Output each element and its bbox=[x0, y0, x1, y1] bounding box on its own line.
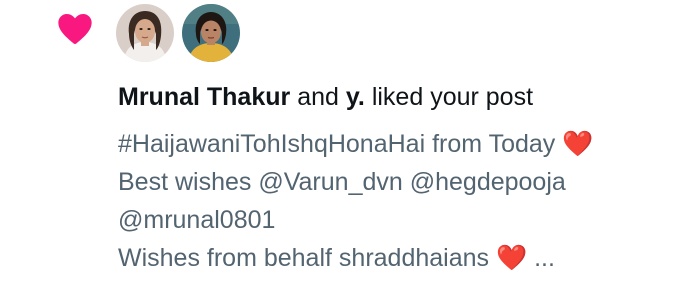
red-heart-emoji-icon: ❤️ bbox=[495, 244, 528, 272]
heart-icon bbox=[58, 14, 92, 44]
avatar-mrunal-thakur[interactable] bbox=[116, 4, 174, 62]
user-name-y[interactable]: y. bbox=[346, 83, 365, 111]
hashtag-text: #HaijawaniTohIshqHonaHai from Today bbox=[118, 130, 556, 158]
post-line-4: Wishes from behalf shraddhaians ❤️ ... bbox=[118, 239, 593, 277]
conjunction-text: and bbox=[297, 83, 339, 111]
post-line-1: #HaijawaniTohIshqHonaHai from Today ❤️ bbox=[118, 125, 593, 163]
post-line-3: @mrunal0801 bbox=[118, 206, 276, 234]
wishes-text: Wishes from behalf shraddhaians bbox=[118, 244, 490, 272]
avatar-y[interactable] bbox=[182, 4, 240, 62]
user-name-mrunal-thakur[interactable]: Mrunal Thakur bbox=[118, 83, 290, 111]
notification-summary: Mrunal Thakur and y. liked your post bbox=[118, 80, 533, 114]
post-line-2: Best wishes @Varun_dvn @hegdepooja bbox=[118, 168, 566, 196]
avatar-group bbox=[116, 4, 240, 62]
red-heart-emoji-icon: ❤️ bbox=[562, 130, 594, 158]
ellipsis-text: ... bbox=[534, 244, 555, 272]
action-text: liked your post bbox=[371, 83, 534, 111]
post-preview[interactable]: #HaijawaniTohIshqHonaHai from Today ❤️ B… bbox=[118, 125, 593, 277]
like-notification[interactable]: Mrunal Thakur and y. liked your post #Ha… bbox=[0, 0, 677, 285]
